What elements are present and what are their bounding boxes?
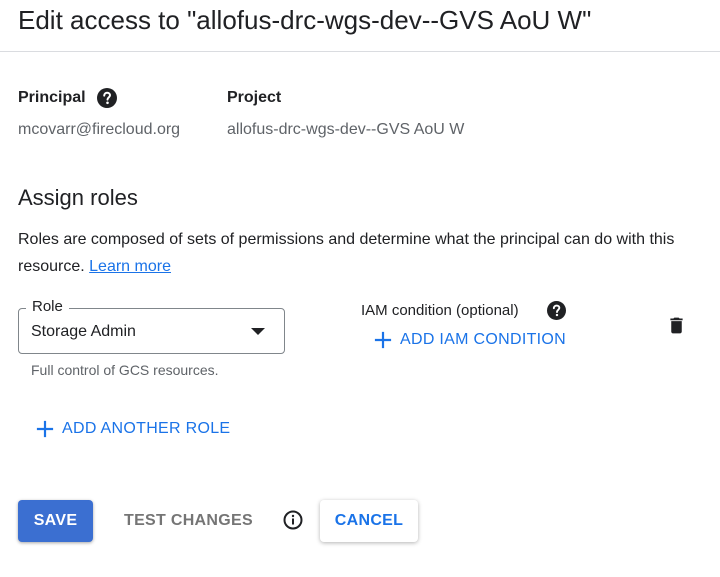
project-value: allofus-drc-wgs-dev--GVS AoU W <box>227 121 465 138</box>
principal-label: Principal <box>18 89 86 106</box>
save-button[interactable]: SAVE <box>18 500 93 542</box>
role-field-label: Role <box>26 298 69 316</box>
principal-value: mcovarr@firecloud.org <box>18 121 181 138</box>
role-helper-text: Full control of GCS resources. <box>31 362 219 378</box>
learn-more-link[interactable]: Learn more <box>89 258 171 275</box>
plus-icon <box>374 331 392 349</box>
add-another-role-button[interactable]: ADD ANOTHER ROLE <box>36 419 230 439</box>
project-label: Project <box>227 89 282 106</box>
dialog-title: Edit access to "allofus-drc-wgs-dev--GVS… <box>18 5 592 35</box>
dialog-header: Edit access to "allofus-drc-wgs-dev--GVS… <box>0 0 720 52</box>
assign-roles-description: Roles are composed of sets of permission… <box>18 226 698 280</box>
plus-icon <box>36 420 54 438</box>
trash-icon[interactable] <box>666 315 687 336</box>
role-selected-value: Storage Admin <box>31 323 136 340</box>
test-changes-button[interactable]: TEST CHANGES <box>124 511 253 531</box>
add-iam-condition-button[interactable]: ADD IAM CONDITION <box>374 330 566 350</box>
help-circle-icon[interactable] <box>97 88 117 108</box>
iam-condition-label: IAM condition (optional) <box>361 302 519 319</box>
add-iam-condition-label: ADD IAM CONDITION <box>400 331 566 348</box>
edit-access-dialog: Edit access to "allofus-drc-wgs-dev--GVS… <box>0 0 720 577</box>
assign-roles-title: Assign roles <box>18 185 138 210</box>
dropdown-arrow-icon <box>251 328 265 335</box>
info-icon[interactable] <box>283 510 303 530</box>
add-another-role-label: ADD ANOTHER ROLE <box>62 420 231 437</box>
help-circle-icon[interactable] <box>547 301 566 320</box>
cancel-button[interactable]: CANCEL <box>320 500 418 542</box>
